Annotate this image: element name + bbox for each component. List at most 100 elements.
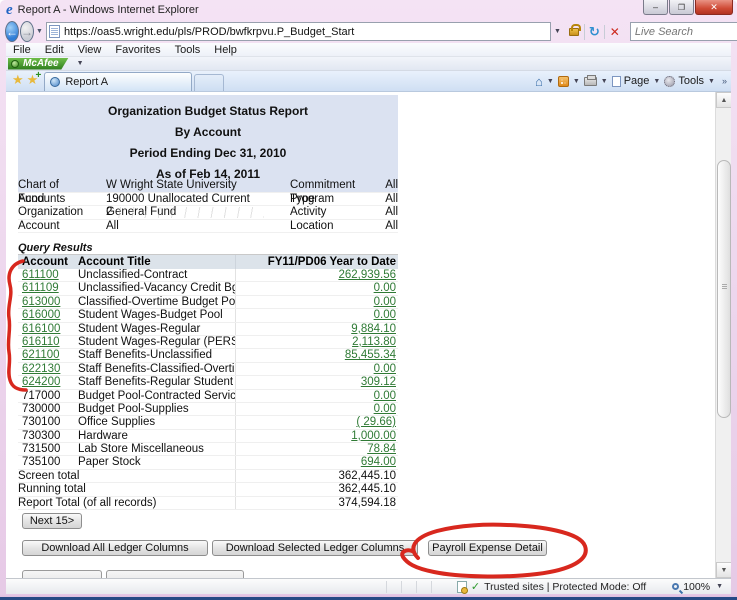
- amount-cell: 2,113.80: [235, 336, 398, 348]
- stop-icon[interactable]: ✕: [604, 25, 625, 39]
- next-15-button[interactable]: Next 15>: [22, 513, 82, 529]
- print-icon[interactable]: [584, 77, 597, 86]
- address-dropdown-icon[interactable]: ▼: [551, 28, 564, 35]
- download-selected-button[interactable]: Download Selected Ledger Columns: [212, 540, 418, 556]
- query-results-label: Query Results: [18, 242, 93, 254]
- status-bar: ✓ Trusted sites | Protected Mode: Off 10…: [6, 578, 731, 594]
- rss-dropdown-icon[interactable]: ▼: [569, 78, 584, 85]
- amount-cell: ( 29.66): [235, 416, 398, 428]
- mcafee-label: McAfee: [23, 58, 59, 69]
- account-cell: 624200: [18, 376, 78, 388]
- table-row: 613000 Classified-Overtime Budget Pool 0.0…: [18, 296, 398, 309]
- scroll-up-icon[interactable]: ▲: [716, 92, 731, 108]
- add-favorite-icon[interactable]: ★: [27, 72, 39, 88]
- header-account-title: Account Title: [78, 255, 235, 269]
- page-dropdown-icon[interactable]: ▼: [649, 78, 664, 85]
- home-icon[interactable]: ⌂: [535, 74, 543, 89]
- amount-link[interactable]: 694.00: [361, 456, 396, 468]
- amount-link[interactable]: 0.00: [374, 282, 396, 294]
- amount-link[interactable]: 9,884.10: [351, 323, 396, 335]
- account-cell: 622130: [18, 363, 78, 375]
- zoom-dropdown-icon[interactable]: ▼: [716, 583, 723, 590]
- account-link[interactable]: 611109: [22, 282, 59, 294]
- forward-button[interactable]: →: [20, 21, 34, 42]
- history-dropdown-icon[interactable]: ▼: [36, 28, 43, 35]
- new-tab-button[interactable]: [194, 74, 224, 91]
- address-bar[interactable]: [46, 22, 551, 41]
- account-link[interactable]: 613000: [22, 296, 60, 308]
- print-dropdown-icon[interactable]: ▼: [597, 78, 612, 85]
- partial-button-2[interactable]: [106, 570, 244, 578]
- address-input[interactable]: [64, 26, 548, 38]
- account-link[interactable]: 616100: [22, 323, 60, 335]
- amount-link[interactable]: ( 29.66): [356, 416, 396, 428]
- tools-menu[interactable]: Tools: [678, 75, 704, 87]
- search-box[interactable]: ▼: [630, 22, 737, 41]
- scrollbar-thumb[interactable]: [717, 160, 731, 418]
- account-title-cell: Staff Benefits-Classified-Overtime: [78, 363, 235, 375]
- zoom-control[interactable]: 100% ▼: [672, 581, 723, 593]
- table-row: 730000Budget Pool-Supplies0.00: [18, 403, 398, 416]
- page-menu[interactable]: Page: [624, 75, 650, 87]
- scroll-down-icon[interactable]: ▼: [716, 562, 731, 578]
- refresh-icon[interactable]: ↻: [584, 24, 604, 40]
- lock-icon[interactable]: [569, 28, 579, 36]
- amount-link[interactable]: 0.00: [374, 363, 396, 375]
- tools-dropdown-icon[interactable]: ▼: [704, 78, 719, 85]
- account-title-cell: Unclassified-Vacancy Credit BgtPool: [78, 282, 235, 294]
- amount-link[interactable]: 1,000.00: [351, 430, 396, 442]
- account-title-cell: Classified-Overtime Budget Pool: [78, 296, 235, 308]
- account-link[interactable]: 616000: [22, 309, 60, 321]
- account-link[interactable]: 621100: [22, 349, 60, 361]
- table-row: 717000Budget Pool-Contracted Services0.0…: [18, 390, 398, 403]
- menu-file[interactable]: File: [6, 44, 38, 56]
- account-link[interactable]: 616110: [22, 336, 60, 348]
- account-link[interactable]: 622130: [22, 363, 60, 375]
- amount-link[interactable]: 0.00: [374, 309, 396, 321]
- account-cell: 621100: [18, 349, 78, 361]
- download-all-button[interactable]: Download All Ledger Columns: [22, 540, 208, 556]
- search-input[interactable]: [635, 26, 737, 38]
- amount-link[interactable]: 78.84: [367, 443, 396, 455]
- overflow-chevron-icon[interactable]: »: [722, 76, 727, 86]
- title-bar[interactable]: e Report A - Windows Internet Explorer: [0, 0, 737, 20]
- menu-help[interactable]: Help: [207, 44, 244, 56]
- page-scrollbar[interactable]: ▲ ▼: [715, 92, 731, 578]
- protected-mode-icon: [457, 581, 467, 593]
- results-rows: 611100Unclassified-Contract262,939.56611…: [18, 269, 398, 470]
- minimize-button[interactable]: [643, 0, 668, 15]
- amount-link[interactable]: 2,113.80: [352, 336, 396, 348]
- amount-cell: 0.00: [235, 282, 398, 294]
- tab-report-a[interactable]: Report A: [44, 72, 192, 91]
- amount-link[interactable]: 309.12: [361, 376, 396, 388]
- account-cell: 730000: [18, 403, 78, 415]
- amount-link[interactable]: 0.00: [374, 390, 396, 402]
- mcafee-button[interactable]: McAfee: [8, 58, 69, 70]
- zoom-level: 100%: [683, 581, 710, 593]
- menu-tools[interactable]: Tools: [168, 44, 208, 56]
- report-title: Organization Budget Status Report: [18, 102, 398, 123]
- amount-link[interactable]: 0.00: [374, 296, 396, 308]
- amount-link[interactable]: 0.00: [374, 403, 396, 415]
- menu-view[interactable]: View: [71, 44, 109, 56]
- page-content: Organization Budget Status Report By Acc…: [6, 92, 731, 578]
- param-row-fund: Fund 190000 Unallocated Current General …: [18, 193, 398, 207]
- account-link[interactable]: 611100: [22, 269, 59, 281]
- favorites-star-icon[interactable]: ★: [12, 72, 24, 88]
- amount-link[interactable]: 262,939.56: [338, 269, 396, 281]
- maximize-button[interactable]: [669, 0, 694, 15]
- account-link[interactable]: 624200: [22, 376, 60, 388]
- back-button[interactable]: ←: [5, 21, 19, 42]
- account-title-cell: Hardware: [78, 430, 235, 442]
- amount-link[interactable]: 85,455.34: [345, 349, 396, 361]
- home-dropdown-icon[interactable]: ▼: [543, 78, 558, 85]
- account-cell: 730100: [18, 416, 78, 428]
- menu-favorites[interactable]: Favorites: [108, 44, 167, 56]
- partial-button-1[interactable]: [22, 570, 102, 578]
- mcafee-dropdown-icon[interactable]: ▼: [77, 60, 84, 67]
- payroll-expense-detail-button[interactable]: Payroll Expense Detail: [428, 540, 547, 556]
- menu-edit[interactable]: Edit: [38, 44, 71, 56]
- rss-feed-icon[interactable]: [558, 76, 569, 87]
- close-button[interactable]: [695, 0, 733, 15]
- account-cell: 735100: [18, 456, 78, 468]
